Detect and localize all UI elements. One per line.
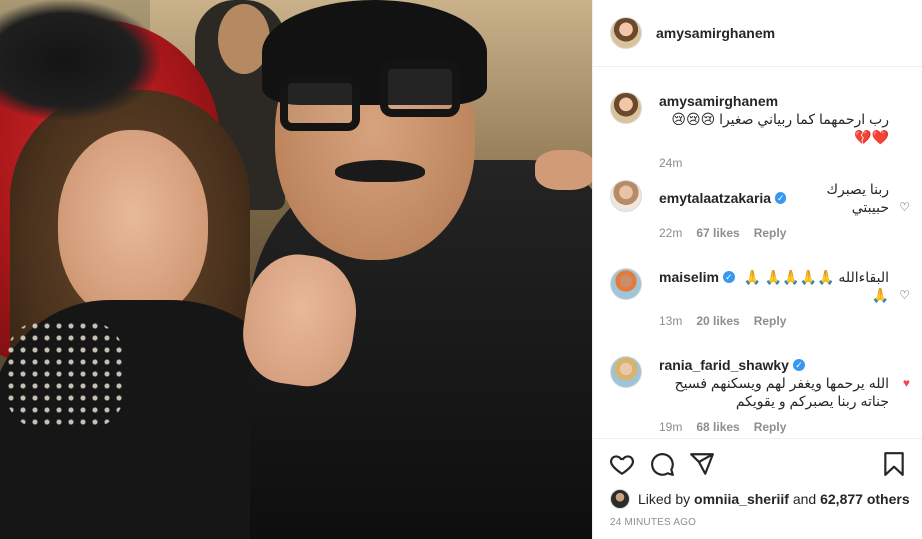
comment-username[interactable]: emytalaatzakaria [659, 189, 771, 207]
comment-time[interactable]: 19m [659, 420, 682, 434]
bookmark-icon[interactable] [881, 451, 907, 477]
comment-heart-icon[interactable]: ♡ [899, 200, 910, 214]
list-item: maiselim ✓ البقاءالله 🙏🙏🙏🙏 🙏🙏 13m 20 lik… [610, 268, 910, 328]
verified-icon: ✓ [775, 192, 787, 204]
reply-button[interactable]: Reply [754, 420, 787, 434]
avatar[interactable] [610, 356, 642, 388]
comment-text: ربنا يصبرك حبيبتي [826, 181, 889, 215]
comment-likes[interactable]: 68 likes [696, 420, 739, 434]
verified-icon: ✓ [792, 359, 805, 371]
comment-likes[interactable]: 67 likes [696, 226, 739, 240]
caption: amysamirghanem رب ارحمهما كما ربياني صغي… [610, 92, 910, 170]
comment-username[interactable]: rania_farid_shawky [659, 356, 789, 374]
reply-button[interactable]: Reply [754, 314, 787, 328]
share-icon[interactable] [689, 451, 715, 477]
post-photo[interactable] [0, 0, 592, 539]
comment-heart-filled-icon[interactable]: ♥ [903, 376, 910, 390]
post-timestamp[interactable]: 24 MINUTES AGO [610, 517, 696, 528]
caption-text: رب ارحمهما كما ربياني صغيرا 😢😢😢❤️💔 [671, 111, 889, 145]
likes-summary: Liked by omniia_sheriif and 62,877 other… [610, 489, 910, 509]
photo-hand-shoulder [535, 150, 592, 190]
reply-button[interactable]: Reply [754, 226, 787, 240]
liked-by-user[interactable]: omniia_sheriif [694, 491, 789, 507]
comment-heart-icon[interactable]: ♡ [899, 288, 910, 302]
verified-icon: ✓ [722, 271, 735, 283]
post-side-panel: amysamirghanem amysamirghanem رب ارحمهما… [592, 0, 922, 539]
comment-likes[interactable]: 20 likes [696, 314, 739, 328]
comment-text: الله يرحمها ويغفر لهم ويسكنهم فسيح جناته… [674, 375, 889, 409]
comment-icon[interactable] [649, 451, 675, 477]
list-item: rania_farid_shawky ✓ الله يرحمها ويغفر ل… [610, 356, 910, 434]
caption-time[interactable]: 24m [659, 156, 682, 170]
comments-list: amysamirghanem رب ارحمهما كما ربياني صغي… [593, 68, 922, 438]
photo-beaded-shoulder [5, 320, 125, 430]
avatar[interactable] [610, 489, 630, 509]
likes-others[interactable]: 62,877 others [820, 491, 910, 507]
avatar[interactable] [610, 180, 642, 212]
avatar[interactable] [610, 92, 642, 124]
photo-glasses [280, 61, 465, 135]
post-author-username[interactable]: amysamirghanem [656, 25, 775, 41]
comment-username[interactable]: maiselim [659, 268, 719, 286]
avatar[interactable] [610, 268, 642, 300]
list-item: emytalaatzakaria ✓ ربنا يصبرك حبيبتي 22m… [610, 180, 910, 240]
heart-icon[interactable] [609, 451, 635, 477]
photo-fascinator [0, 0, 160, 120]
comment-time[interactable]: 13m [659, 314, 682, 328]
comment-time[interactable]: 22m [659, 226, 682, 240]
caption-username[interactable]: amysamirghanem [659, 92, 778, 110]
photo-mustache [335, 160, 425, 182]
likes-prefix: Liked by [638, 491, 691, 507]
avatar[interactable] [610, 17, 642, 49]
photo-woman-face [58, 130, 208, 320]
post-header: amysamirghanem [593, 0, 922, 67]
likes-and: and [792, 491, 817, 507]
post-actions: Liked by omniia_sheriif and 62,877 other… [593, 438, 922, 539]
